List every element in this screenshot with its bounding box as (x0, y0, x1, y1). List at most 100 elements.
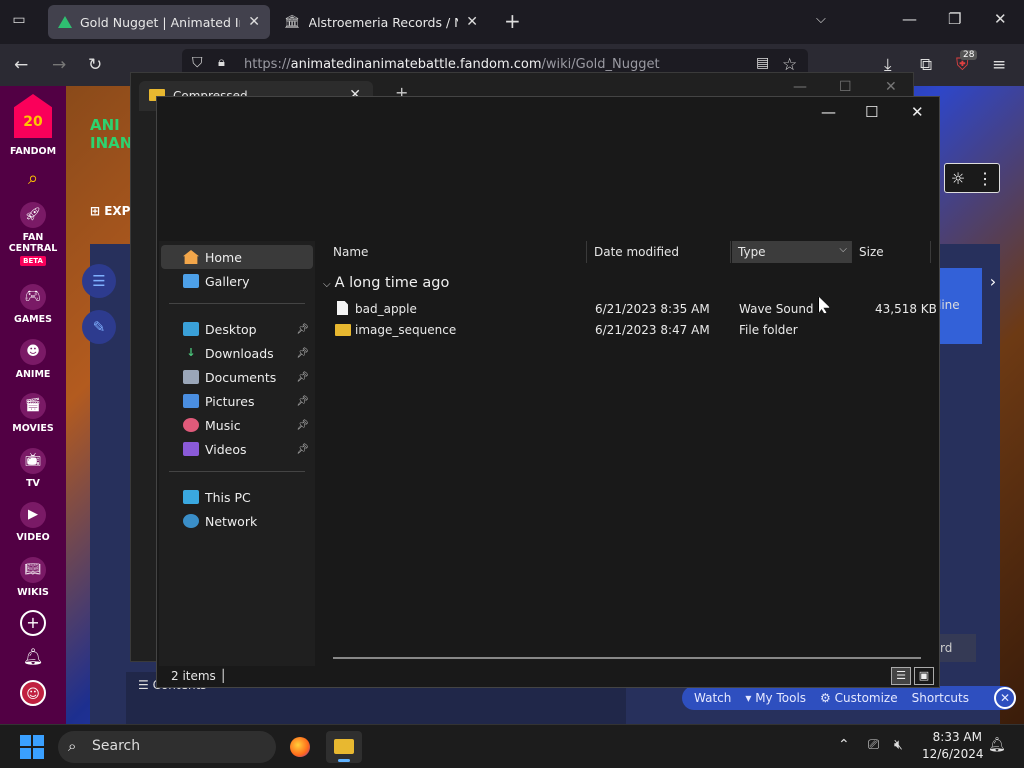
wiki-logo[interactable]: ANI INANI (90, 116, 138, 178)
nav-pictures[interactable]: Pictures 📌︎ (161, 389, 313, 413)
minimize-icon[interactable]: — (821, 103, 836, 121)
right-rail-card[interactable]: line (938, 268, 982, 344)
edit-pencil-icon[interactable]: ✎ (82, 310, 116, 344)
tab-list-icon[interactable]: ▭ (8, 12, 30, 32)
table-row[interactable]: image_sequence 6/21/2023 8:47 AM File fo… (317, 320, 937, 340)
pin-icon[interactable]: 📌︎ (296, 372, 309, 383)
nav-home[interactable]: Home (161, 245, 313, 269)
divider (169, 471, 305, 472)
extensions-icon[interactable]: ⧉ (920, 55, 932, 75)
chevron-right-icon[interactable]: › (982, 264, 1004, 300)
documents-icon (183, 370, 199, 384)
tab-alstroemeria[interactable]: 🏛 Alstroemeria Records / Nomicc ✕ (274, 5, 488, 39)
tiles-view-icon[interactable]: ▣ (914, 667, 934, 685)
shortcuts-button[interactable]: Shortcuts (912, 691, 969, 705)
new-tab-plus-icon[interactable]: + (504, 11, 521, 31)
tab-gold-nugget[interactable]: Gold Nugget | Animated Inanin ✕ (48, 5, 270, 39)
add-plus-icon[interactable]: + (0, 610, 66, 640)
fandom-global-nav: 20 FANDOM ⌕ 🚀︎ FAN CENTRAL BETA 🎮︎ GAMES ☻ A… (0, 86, 66, 724)
toc-list-icon[interactable]: ☰ (82, 264, 116, 298)
back-arrow-icon[interactable]: ← (14, 55, 28, 75)
firefox-taskbar-icon[interactable] (282, 731, 318, 763)
file-explorer-window[interactable]: — ☐ ✕ Home Gallery Desktop 📌︎ ↓ Downloads 📌… (156, 96, 940, 688)
network-status-icon[interactable]: ⎚ (868, 737, 879, 753)
column-type[interactable]: Type ⌵ (732, 241, 852, 263)
restore-icon[interactable]: ❐ (948, 10, 961, 28)
close-window-icon[interactable]: ✕ (885, 79, 897, 95)
table-row[interactable]: bad_apple 6/21/2023 8:35 AM Wave Sound 4… (317, 299, 937, 319)
forward-arrow-icon[interactable]: → (52, 55, 66, 75)
close-toolbar-icon[interactable]: ✕ (994, 687, 1016, 709)
rail-card-button[interactable]: rd (938, 634, 976, 662)
pin-icon[interactable]: 📌︎ (296, 348, 309, 359)
column-size[interactable]: Size (853, 241, 931, 263)
close-tab-icon[interactable]: ✕ (466, 14, 478, 30)
nav-desktop[interactable]: Desktop 📌︎ (161, 317, 313, 341)
nav-music[interactable]: Music 📌︎ (161, 413, 313, 437)
nav-network[interactable]: Network (161, 509, 313, 533)
column-date-modified[interactable]: Date modified (588, 241, 731, 263)
maximize-icon[interactable]: ☐ (839, 79, 852, 95)
fandom-label[interactable]: FANDOM (0, 146, 66, 157)
sun-icon[interactable]: ☼ (951, 169, 965, 188)
nav-this-pc[interactable]: This PC (161, 485, 313, 509)
explore-menu[interactable]: ⊞ EXP (90, 204, 130, 218)
taskbar: ⌕ Search ⌃ ⎚ 🔇︎ 8:33 AM 12/6/2024 🔔︎ (0, 724, 1024, 768)
chevron-down-icon[interactable]: ⌵ (816, 12, 826, 27)
details-view-icon[interactable]: ☰ (891, 667, 911, 685)
minimize-icon[interactable]: — (902, 10, 917, 28)
nav-videos[interactable]: Videos 📌︎ (161, 437, 313, 461)
file-name: bad_apple (355, 302, 417, 316)
volume-muted-icon[interactable]: 🔇︎ (894, 737, 903, 753)
tab-title: Alstroemeria Records / Nomicc (308, 14, 459, 30)
pin-icon[interactable]: 📌︎ (296, 396, 309, 407)
group-header[interactable]: ⌵ A long time ago (323, 275, 449, 291)
windows-start-icon[interactable] (20, 735, 44, 759)
pictures-icon (183, 394, 199, 408)
rail-games[interactable]: 🎮︎ GAMES (0, 284, 66, 325)
customize-button[interactable]: ⚙ Customize (820, 691, 898, 705)
fandom-logo[interactable]: 20 (14, 94, 52, 138)
bell-icon[interactable]: 🔔︎ (0, 644, 66, 674)
pin-icon[interactable]: 📌︎ (296, 444, 309, 455)
more-vertical-icon[interactable]: ⋮ (977, 169, 993, 188)
rail-wikis[interactable]: 📖︎ WIKIS (0, 557, 66, 598)
rail-video[interactable]: ▶ VIDEO (0, 502, 66, 543)
rail-fan-central[interactable]: 🚀︎ FAN CENTRAL BETA (0, 202, 66, 266)
notification-bell-icon[interactable]: 🔔︎ (988, 737, 1006, 753)
nav-documents[interactable]: Documents 📌︎ (161, 365, 313, 389)
pin-icon[interactable]: 📌︎ (296, 420, 309, 431)
horizontal-scrollbar[interactable] (333, 657, 921, 659)
file-date: 6/21/2023 8:35 AM (595, 302, 710, 316)
chevron-up-icon[interactable]: ⌃ (838, 737, 850, 753)
lock-icon[interactable]: 🔒︎ (218, 55, 225, 70)
close-tab-icon[interactable]: ✕ (248, 14, 260, 30)
watch-button[interactable]: Watch (694, 691, 731, 705)
my-tools-button[interactable]: ▾ My Tools (745, 691, 806, 705)
nav-gallery[interactable]: Gallery (161, 269, 313, 293)
file-type: File folder (739, 323, 798, 337)
minimize-icon[interactable]: — (793, 79, 807, 95)
nav-downloads[interactable]: ↓ Downloads 📌︎ (161, 341, 313, 365)
search-icon: ⌕ (68, 737, 77, 755)
menu-icon[interactable]: ≡ (992, 55, 1006, 75)
rail-movies[interactable]: 🎬︎ MOVIES (0, 393, 66, 434)
reload-icon[interactable]: ↻ (88, 55, 102, 75)
maximize-icon[interactable]: ☐ (865, 103, 878, 121)
rail-anime[interactable]: ☻ ANIME (0, 339, 66, 380)
reader-view-icon[interactable]: ▤ (756, 55, 769, 71)
chevron-down-icon[interactable]: ⌵ (323, 279, 331, 290)
file-explorer-taskbar-icon[interactable] (326, 731, 362, 763)
rail-tv[interactable]: 📺︎ TV (0, 448, 66, 489)
column-name[interactable]: Name (327, 241, 587, 263)
taskbar-search[interactable]: ⌕ Search (58, 731, 276, 763)
close-window-icon[interactable]: ✕ (994, 10, 1007, 28)
search-icon[interactable]: ⌕ (0, 166, 66, 196)
user-avatar-icon[interactable]: ☺ (0, 680, 66, 710)
shield-icon[interactable]: ⛉ (192, 55, 203, 71)
chevron-down-icon[interactable]: ⌵ (839, 244, 847, 255)
theme-toggle[interactable]: ☼ ⋮ (944, 163, 1000, 193)
clock[interactable]: 8:33 AM 12/6/2024 (922, 729, 984, 763)
close-window-icon[interactable]: ✕ (911, 103, 924, 121)
pin-icon[interactable]: 📌︎ (296, 324, 309, 335)
